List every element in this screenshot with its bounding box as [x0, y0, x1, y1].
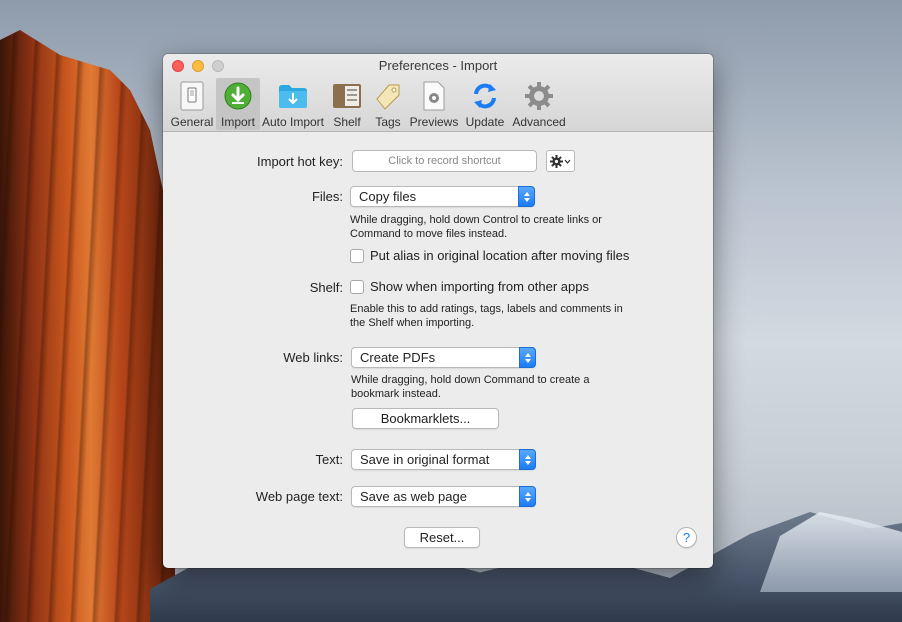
tags-icon	[372, 80, 404, 112]
tab-update[interactable]: Update	[460, 78, 510, 130]
popup-arrows-icon	[519, 449, 536, 470]
shelf-help-text: Enable this to add ratings, tags, labels…	[350, 303, 623, 329]
tab-tags[interactable]: Tags	[368, 78, 408, 130]
popup-arrows-icon	[519, 347, 536, 368]
popup-arrows-icon	[519, 486, 536, 507]
weblinks-help-text: While dragging, hold down Command to cre…	[351, 374, 590, 400]
tab-general[interactable]: General	[168, 78, 216, 130]
tab-auto-import-label: Auto Import	[261, 115, 325, 129]
shelf-icon	[331, 80, 363, 112]
import-icon	[222, 80, 254, 112]
tab-previews-label: Previews	[409, 115, 459, 129]
update-icon	[469, 80, 501, 112]
webpage-text-label: Web page text:	[255, 489, 343, 504]
advanced-icon	[523, 80, 555, 112]
shelf-checkbox-label: Show when importing from other apps	[370, 279, 589, 294]
alias-checkbox[interactable]	[350, 248, 364, 263]
auto-import-icon	[277, 80, 309, 112]
help-button[interactable]: ?	[676, 527, 697, 548]
shelf-label: Shelf:	[309, 280, 343, 295]
text-popup-value: Save in original format	[360, 452, 490, 467]
gear-icon	[550, 154, 563, 168]
webpage-text-popup-value: Save as web page	[360, 489, 467, 504]
tab-advanced-label: Advanced	[512, 115, 566, 129]
preferences-toolbar: General Import Auto Import Shelf Tags Pr…	[168, 78, 568, 130]
text-label: Text:	[315, 452, 343, 467]
files-label: Files:	[311, 189, 343, 204]
tab-previews[interactable]: Previews	[408, 78, 460, 130]
shelf-checkbox[interactable]	[350, 279, 364, 294]
shelf-checkbox-row[interactable]: Show when importing from other apps	[350, 279, 589, 294]
tab-shelf-label: Shelf	[333, 115, 361, 129]
files-popup[interactable]: Copy files	[350, 186, 535, 207]
tab-tags-label: Tags	[375, 115, 401, 129]
bookmarklets-button[interactable]: Bookmarklets...	[352, 408, 499, 429]
tab-general-label: General	[170, 115, 214, 129]
general-icon	[176, 80, 208, 112]
tab-shelf[interactable]: Shelf	[326, 78, 368, 130]
chevron-down-icon	[564, 159, 571, 164]
hotkey-label: Import hot key:	[257, 154, 343, 169]
webpage-text-popup[interactable]: Save as web page	[351, 486, 536, 507]
weblinks-popup-value: Create PDFs	[360, 350, 436, 365]
weblinks-label: Web links:	[283, 350, 343, 365]
files-popup-value: Copy files	[359, 189, 417, 204]
record-shortcut-field[interactable]: Click to record shortcut	[352, 150, 537, 172]
previews-icon	[418, 80, 450, 112]
alias-checkbox-label: Put alias in original location after mov…	[370, 248, 630, 263]
weblinks-popup[interactable]: Create PDFs	[351, 347, 536, 368]
shortcut-options-button[interactable]	[546, 150, 575, 172]
wallpaper-cliff-shading	[0, 30, 175, 622]
tab-import-label: Import	[220, 115, 255, 129]
tab-update-label: Update	[465, 115, 505, 129]
files-help-text: While dragging, hold down Control to cre…	[350, 214, 602, 240]
text-popup[interactable]: Save in original format	[351, 449, 536, 470]
tab-advanced[interactable]: Advanced	[510, 78, 568, 130]
import-settings-pane: Import hot key: Click to record shortcut	[163, 133, 713, 568]
tab-auto-import[interactable]: Auto Import	[260, 78, 326, 130]
popup-arrows-icon	[518, 186, 535, 207]
titlebar: Preferences - Import General Import Auto…	[163, 54, 713, 132]
reset-button[interactable]: Reset...	[404, 527, 480, 548]
window-title: Preferences - Import	[378, 58, 498, 73]
tab-import[interactable]: Import	[216, 78, 260, 130]
alias-checkbox-row[interactable]: Put alias in original location after mov…	[350, 248, 629, 263]
preferences-window: Preferences - Import General Import Auto…	[163, 54, 713, 568]
